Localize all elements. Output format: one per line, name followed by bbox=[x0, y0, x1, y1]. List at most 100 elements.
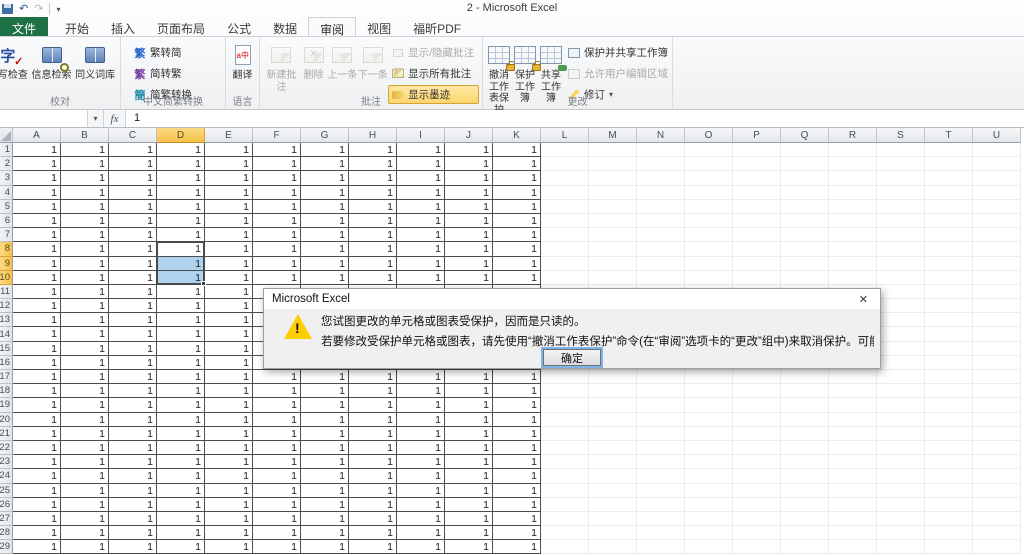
cell-N21[interactable] bbox=[637, 427, 685, 441]
cell-P20[interactable] bbox=[733, 413, 781, 427]
cell-D6[interactable]: 1 bbox=[157, 214, 205, 228]
cell-F5[interactable]: 1 bbox=[253, 200, 301, 214]
cell-J5[interactable]: 1 bbox=[445, 200, 493, 214]
cell-M19[interactable] bbox=[589, 398, 637, 412]
cell-S21[interactable] bbox=[877, 427, 925, 441]
cell-O9[interactable] bbox=[685, 257, 733, 271]
cell-D27[interactable]: 1 bbox=[157, 512, 205, 526]
cell-B14[interactable]: 1 bbox=[61, 327, 109, 341]
insert-function-icon[interactable]: fx bbox=[104, 110, 126, 127]
cell-R23[interactable] bbox=[829, 455, 877, 469]
cell-G1[interactable]: 1 bbox=[301, 143, 349, 157]
cell-T9[interactable] bbox=[925, 257, 973, 271]
cell-G17[interactable]: 1 bbox=[301, 370, 349, 384]
cell-A14[interactable]: 1 bbox=[13, 327, 61, 341]
cell-K17[interactable]: 1 bbox=[493, 370, 541, 384]
cell-S14[interactable] bbox=[877, 327, 925, 341]
cell-R18[interactable] bbox=[829, 384, 877, 398]
cell-H18[interactable]: 1 bbox=[349, 384, 397, 398]
cell-J18[interactable]: 1 bbox=[445, 384, 493, 398]
cell-S20[interactable] bbox=[877, 413, 925, 427]
cell-L18[interactable] bbox=[541, 384, 589, 398]
cell-F1[interactable]: 1 bbox=[253, 143, 301, 157]
cell-C25[interactable]: 1 bbox=[109, 484, 157, 498]
cell-Q6[interactable] bbox=[781, 214, 829, 228]
cell-S27[interactable] bbox=[877, 512, 925, 526]
cell-F9[interactable]: 1 bbox=[253, 257, 301, 271]
cell-O1[interactable] bbox=[685, 143, 733, 157]
cell-I8[interactable]: 1 bbox=[397, 242, 445, 256]
thesaurus-button[interactable]: 同义词库 bbox=[73, 39, 117, 82]
cell-M20[interactable] bbox=[589, 413, 637, 427]
cell-Q21[interactable] bbox=[781, 427, 829, 441]
cell-M18[interactable] bbox=[589, 384, 637, 398]
cell-H21[interactable]: 1 bbox=[349, 427, 397, 441]
cell-R20[interactable] bbox=[829, 413, 877, 427]
cell-F28[interactable]: 1 bbox=[253, 526, 301, 540]
cell-P29[interactable] bbox=[733, 540, 781, 554]
cell-M4[interactable] bbox=[589, 186, 637, 200]
cell-E22[interactable]: 1 bbox=[205, 441, 253, 455]
cell-S12[interactable] bbox=[877, 299, 925, 313]
cell-C11[interactable]: 1 bbox=[109, 285, 157, 299]
cell-F17[interactable]: 1 bbox=[253, 370, 301, 384]
cell-L20[interactable] bbox=[541, 413, 589, 427]
cell-J1[interactable]: 1 bbox=[445, 143, 493, 157]
cell-B5[interactable]: 1 bbox=[61, 200, 109, 214]
cell-A9[interactable]: 1 bbox=[13, 257, 61, 271]
cell-C6[interactable]: 1 bbox=[109, 214, 157, 228]
cell-P9[interactable] bbox=[733, 257, 781, 271]
cell-B17[interactable]: 1 bbox=[61, 370, 109, 384]
cell-R17[interactable] bbox=[829, 370, 877, 384]
cell-G27[interactable]: 1 bbox=[301, 512, 349, 526]
cell-E6[interactable]: 1 bbox=[205, 214, 253, 228]
cell-G21[interactable]: 1 bbox=[301, 427, 349, 441]
cell-J19[interactable]: 1 bbox=[445, 398, 493, 412]
spell-check-button[interactable]: 字✓ 拼写检查 bbox=[0, 39, 30, 82]
cell-O8[interactable] bbox=[685, 242, 733, 256]
cell-T26[interactable] bbox=[925, 498, 973, 512]
cell-Q10[interactable] bbox=[781, 271, 829, 285]
cell-D1[interactable]: 1 bbox=[157, 143, 205, 157]
cell-T23[interactable] bbox=[925, 455, 973, 469]
cell-S18[interactable] bbox=[877, 384, 925, 398]
cell-S22[interactable] bbox=[877, 441, 925, 455]
cell-F8[interactable]: 1 bbox=[253, 242, 301, 256]
cell-R9[interactable] bbox=[829, 257, 877, 271]
cell-G5[interactable]: 1 bbox=[301, 200, 349, 214]
cell-F10[interactable]: 1 bbox=[253, 271, 301, 285]
cell-G23[interactable]: 1 bbox=[301, 455, 349, 469]
cell-H28[interactable]: 1 bbox=[349, 526, 397, 540]
row-header-21[interactable]: 21 bbox=[0, 427, 13, 441]
cell-R4[interactable] bbox=[829, 186, 877, 200]
cell-T21[interactable] bbox=[925, 427, 973, 441]
cell-U9[interactable] bbox=[973, 257, 1021, 271]
cell-O29[interactable] bbox=[685, 540, 733, 554]
cell-I6[interactable]: 1 bbox=[397, 214, 445, 228]
cell-M3[interactable] bbox=[589, 171, 637, 185]
cell-T7[interactable] bbox=[925, 228, 973, 242]
cell-O2[interactable] bbox=[685, 157, 733, 171]
cell-D19[interactable]: 1 bbox=[157, 398, 205, 412]
cell-E21[interactable]: 1 bbox=[205, 427, 253, 441]
cell-G4[interactable]: 1 bbox=[301, 186, 349, 200]
cell-U20[interactable] bbox=[973, 413, 1021, 427]
tab-foxit-pdf[interactable]: 福昕PDF bbox=[402, 17, 472, 36]
cell-Q5[interactable] bbox=[781, 200, 829, 214]
column-header-H[interactable]: H bbox=[349, 128, 397, 143]
cell-M21[interactable] bbox=[589, 427, 637, 441]
cell-K7[interactable]: 1 bbox=[493, 228, 541, 242]
row-header-6[interactable]: 6 bbox=[0, 214, 13, 228]
cell-N7[interactable] bbox=[637, 228, 685, 242]
cell-O24[interactable] bbox=[685, 469, 733, 483]
cell-O17[interactable] bbox=[685, 370, 733, 384]
cell-D15[interactable]: 1 bbox=[157, 342, 205, 356]
cell-L26[interactable] bbox=[541, 498, 589, 512]
cell-F2[interactable]: 1 bbox=[253, 157, 301, 171]
cell-B4[interactable]: 1 bbox=[61, 186, 109, 200]
cell-O7[interactable] bbox=[685, 228, 733, 242]
cell-K24[interactable]: 1 bbox=[493, 469, 541, 483]
cell-K27[interactable]: 1 bbox=[493, 512, 541, 526]
cell-E17[interactable]: 1 bbox=[205, 370, 253, 384]
cell-C29[interactable]: 1 bbox=[109, 540, 157, 554]
